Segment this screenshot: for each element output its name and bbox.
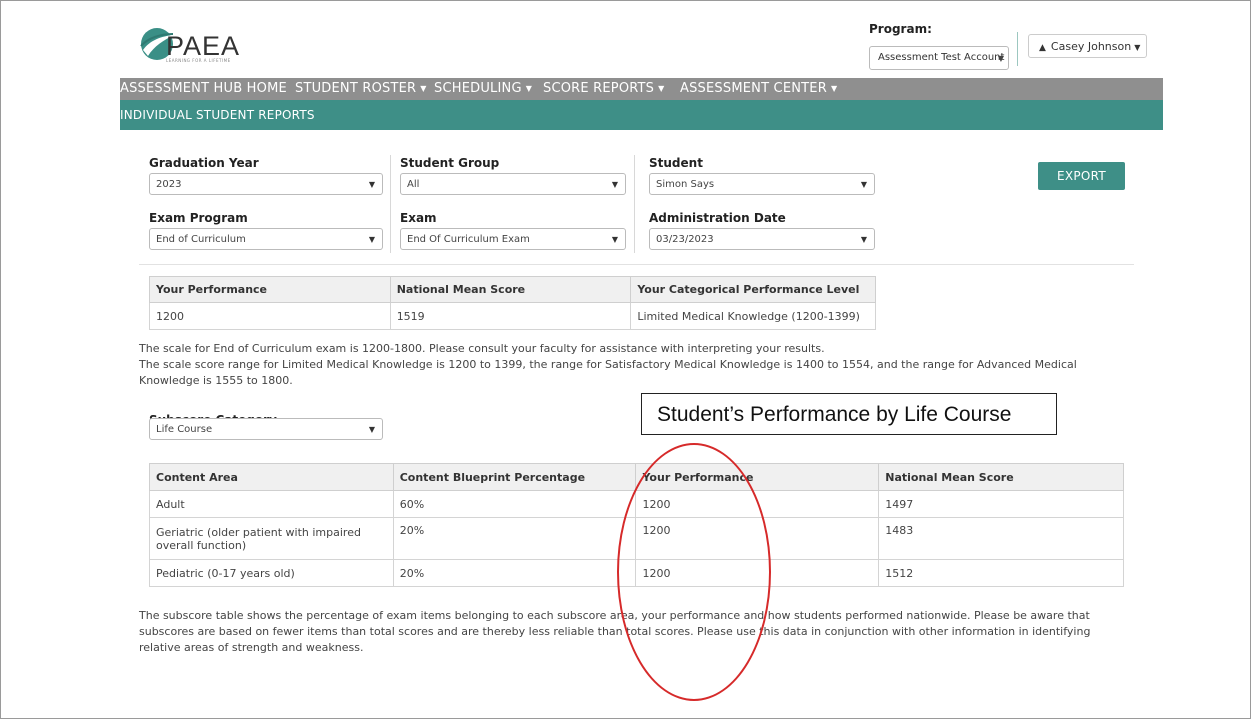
table-cell: 60%	[392, 490, 637, 518]
scale-description: The scale for End of Curriculum exam is …	[139, 342, 825, 355]
nav-item-student-roster[interactable]: STUDENT ROSTER ▼	[295, 81, 427, 96]
performance-table: Your Performance National Mean Score You…	[149, 276, 876, 330]
table-header: National Mean Score	[878, 463, 1124, 491]
table-cell: 1483	[878, 517, 1124, 560]
program-label: Program:	[869, 22, 932, 36]
table-cell: 20%	[392, 559, 637, 587]
caret-down-icon: ▼	[860, 180, 867, 189]
table-row: 1200 1519 Limited Medical Knowledge (120…	[149, 302, 876, 330]
header-divider	[1017, 32, 1018, 66]
nav-item-assessment-center[interactable]: ASSESSMENT CENTER ▼	[680, 81, 837, 96]
student-group-label: Student Group	[400, 156, 500, 170]
administration-date-select[interactable]: 03/23/2023 ▼	[649, 228, 875, 250]
student-select[interactable]: Simon Says ▼	[649, 173, 875, 195]
caret-down-icon: ▼	[611, 180, 618, 189]
administration-date-value: 03/23/2023	[656, 234, 714, 245]
exam-value: End Of Curriculum Exam	[407, 234, 530, 245]
caret-down-icon: ▼	[420, 84, 427, 93]
table-cell: 1200	[149, 302, 391, 330]
caret-down-icon: ▼	[658, 84, 665, 93]
table-header: Your Categorical Performance Level	[630, 276, 876, 303]
nav-item-assessment-hub-home[interactable]: ASSESSMENT HUB HOME	[120, 81, 287, 96]
student-value: Simon Says	[656, 179, 715, 190]
graduation-year-label: Graduation Year	[149, 156, 259, 170]
caret-down-icon: ▼	[368, 235, 375, 244]
nav-item-scheduling[interactable]: SCHEDULING ▼	[434, 81, 532, 96]
caret-down-icon: ▼	[1134, 43, 1141, 52]
sub-nav-bar: INDIVIDUAL STUDENT REPORTS	[120, 100, 1163, 130]
table-cell: Adult	[149, 490, 394, 518]
student-label: Student	[649, 156, 703, 170]
table-header: Content Area	[149, 463, 394, 491]
scale-range-description: The scale score range for Limited Medica…	[139, 358, 1077, 387]
table-header-row: Your Performance National Mean Score You…	[149, 276, 876, 303]
caret-down-icon: ▼	[997, 54, 1004, 63]
section-divider	[139, 264, 1134, 265]
table-cell: 1497	[878, 490, 1124, 518]
logo-tagline: LEARNING FOR A LIFETIME	[166, 58, 231, 63]
annotation-ellipse	[617, 443, 771, 701]
exam-select[interactable]: End Of Curriculum Exam ▼	[400, 228, 626, 250]
caret-down-icon: ▼	[525, 84, 533, 93]
export-button[interactable]: EXPORT	[1038, 162, 1125, 190]
exam-program-select[interactable]: End of Curriculum ▼	[149, 228, 383, 250]
table-cell: 1519	[389, 302, 632, 330]
table-cell: 1512	[878, 559, 1124, 587]
nav-item-score-reports[interactable]: SCORE REPORTS ▼	[543, 81, 665, 96]
table-header: National Mean Score	[389, 276, 632, 303]
table-cell: 20%	[392, 517, 637, 560]
program-select[interactable]: Assessment Test Account ▼	[869, 46, 1009, 70]
filter-divider	[390, 155, 391, 253]
filter-divider	[634, 155, 635, 253]
student-group-value: All	[407, 179, 420, 190]
table-cell: Geriatric (older patient with impaired o…	[149, 517, 394, 560]
page-title: INDIVIDUAL STUDENT REPORTS	[120, 108, 315, 122]
caret-down-icon: ▼	[368, 425, 375, 434]
exam-program-value: End of Curriculum	[156, 234, 246, 245]
annotation-callout: Student’s Performance by Life Course	[641, 393, 1057, 435]
user-name: Casey Johnson	[1050, 40, 1132, 53]
caret-down-icon: ▼	[860, 235, 867, 244]
subscore-category-select[interactable]: Life Course ▼	[149, 418, 383, 440]
exam-program-label: Exam Program	[149, 211, 248, 225]
caret-down-icon: ▼	[830, 84, 838, 93]
administration-date-label: Administration Date	[649, 211, 786, 225]
subscore-category-value: Life Course	[156, 424, 213, 435]
caret-down-icon: ▼	[611, 235, 618, 244]
user-menu-button[interactable]: ▲ Casey Johnson ▼	[1028, 34, 1147, 58]
program-value: Assessment Test Account	[878, 52, 1005, 63]
graduation-year-value: 2023	[156, 179, 182, 190]
main-nav: ASSESSMENT HUB HOME STUDENT ROSTER ▼ SCHE…	[120, 78, 1163, 100]
user-icon: ▲	[1039, 43, 1046, 53]
caret-down-icon: ▼	[368, 180, 375, 189]
table-header: Content Blueprint Percentage	[392, 463, 637, 491]
student-group-select[interactable]: All ▼	[400, 173, 626, 195]
table-cell: Pediatric (0-17 years old)	[149, 559, 394, 587]
table-header: Your Performance	[149, 276, 391, 303]
exam-label: Exam	[400, 211, 437, 225]
graduation-year-select[interactable]: 2023 ▼	[149, 173, 383, 195]
table-cell: Limited Medical Knowledge (1200-1399)	[630, 302, 876, 330]
